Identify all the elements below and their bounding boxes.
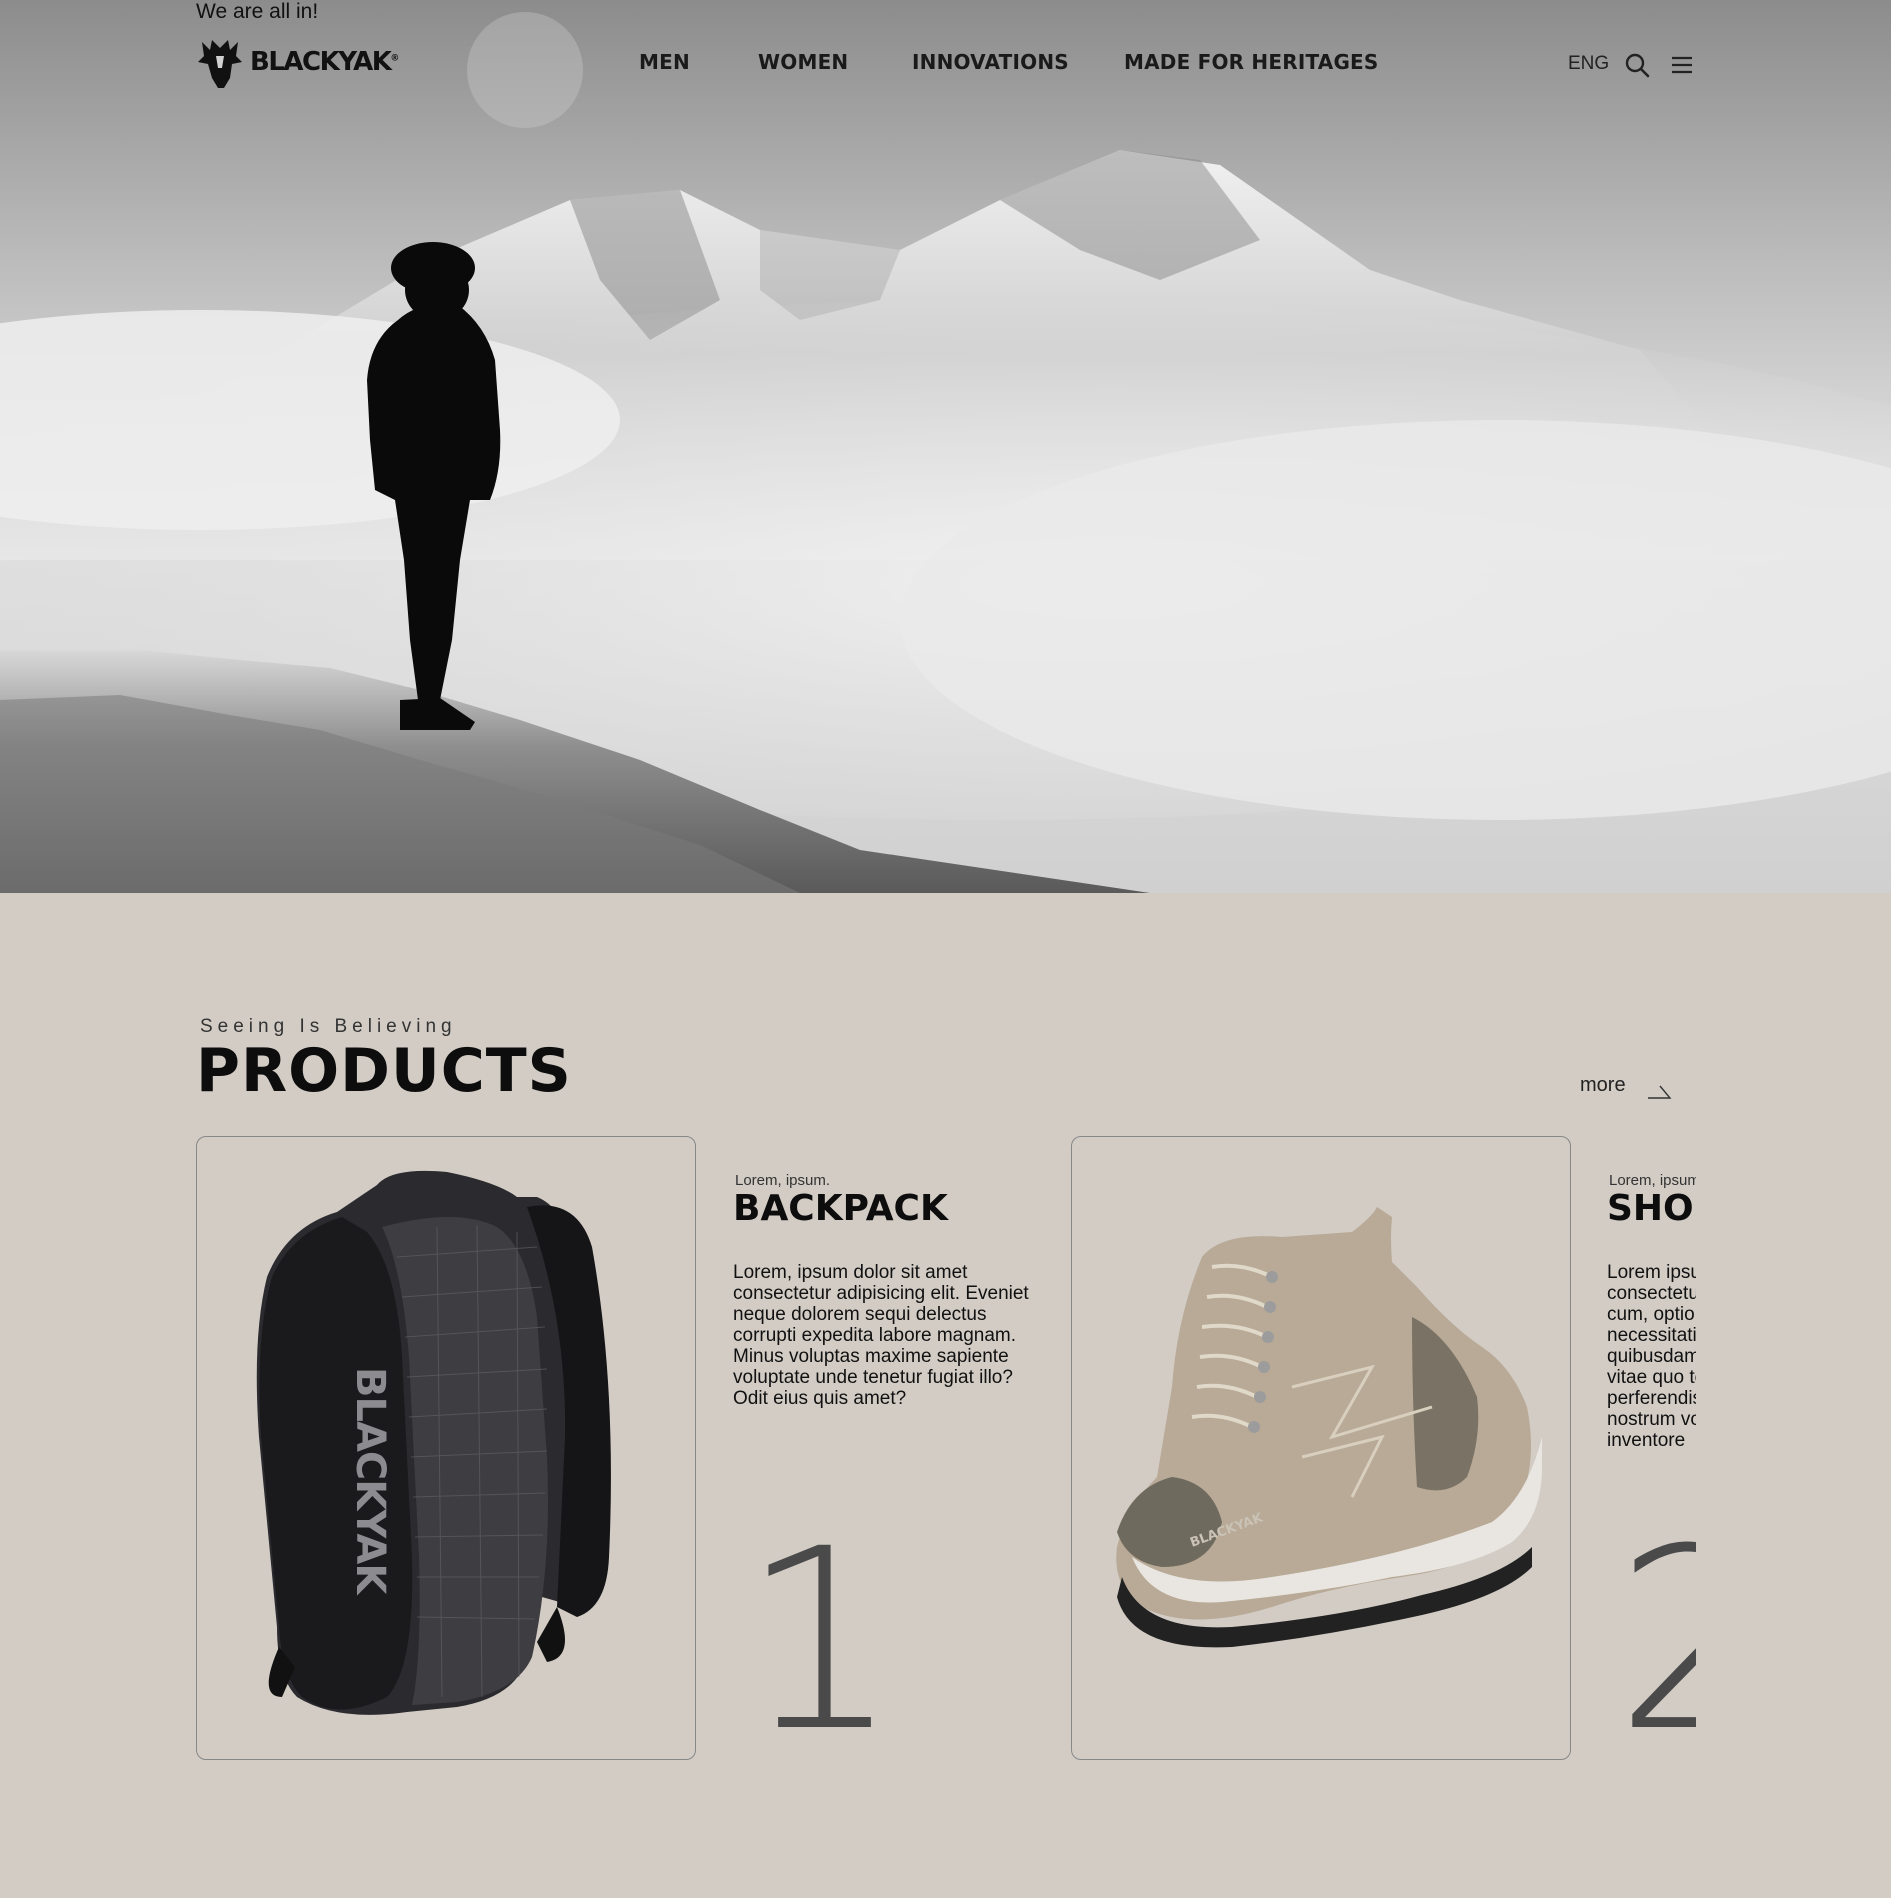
hiking-boot-image: BLACKYAK <box>1116 1207 1542 1648</box>
nav-made-for-heritages[interactable]: MADE FOR HERITAGES <box>1124 50 1379 74</box>
hero-image <box>0 0 1891 893</box>
tagline: We are all in! <box>196 0 319 23</box>
yak-logo-icon <box>198 40 242 88</box>
section-eyebrow: Seeing Is Believing <box>200 1016 457 1037</box>
product-name[interactable]: SHOES <box>1607 1188 1696 1229</box>
backpack-image: BLACKYAK <box>256 1170 611 1715</box>
product-carousel[interactable]: BLACKYAK Lorem, ipsum. BACKPACK Lorem, i… <box>196 1136 1696 1761</box>
nav-women[interactable]: WOMEN <box>758 50 848 74</box>
brand-logo[interactable]: BLACKYAK® <box>196 34 399 90</box>
nav-men[interactable]: MEN <box>639 50 690 74</box>
more-link[interactable]: more <box>1580 1074 1626 1097</box>
product-card-image[interactable]: BLACKYAK <box>196 1136 696 1760</box>
product-name[interactable]: BACKPACK <box>733 1188 948 1229</box>
language-selector[interactable]: ENG <box>1568 53 1609 75</box>
product-info: Lorem, ipsum. BACKPACK Lorem, ipsum dolo… <box>733 1136 1063 1762</box>
product-info: Lorem, ipsum. SHOES Lorem ipsum dolor si… <box>1607 1136 1696 1762</box>
product-description: Lorem, ipsum dolor sit amet consectetur … <box>733 1262 1029 1409</box>
nav-innovations[interactable]: INNOVATIONS <box>912 50 1069 74</box>
logo-wordmark: BLACKYAK® <box>250 47 399 77</box>
product-subtitle: Lorem, ipsum. <box>735 1172 831 1189</box>
product-number: 1 <box>741 1495 901 1762</box>
svg-text:BLACKYAK: BLACKYAK <box>347 1367 393 1596</box>
arrow-right-icon[interactable] <box>1648 1080 1672 1100</box>
search-icon[interactable] <box>1624 52 1650 78</box>
product-subtitle: Lorem, ipsum. <box>1609 1172 1696 1189</box>
hamburger-menu-icon[interactable] <box>1670 55 1694 75</box>
product-description: Lorem ipsum dolor sit amet consectetur a… <box>1607 1262 1696 1451</box>
product-number: 2 <box>1615 1495 1696 1762</box>
hero-banner: We are all in! BLACKYAK® MEN WOMEN INNOV… <box>0 0 1891 893</box>
section-title: PRODUCTS <box>196 1036 572 1106</box>
product-card-image[interactable]: BLACKYAK <box>1071 1136 1571 1760</box>
